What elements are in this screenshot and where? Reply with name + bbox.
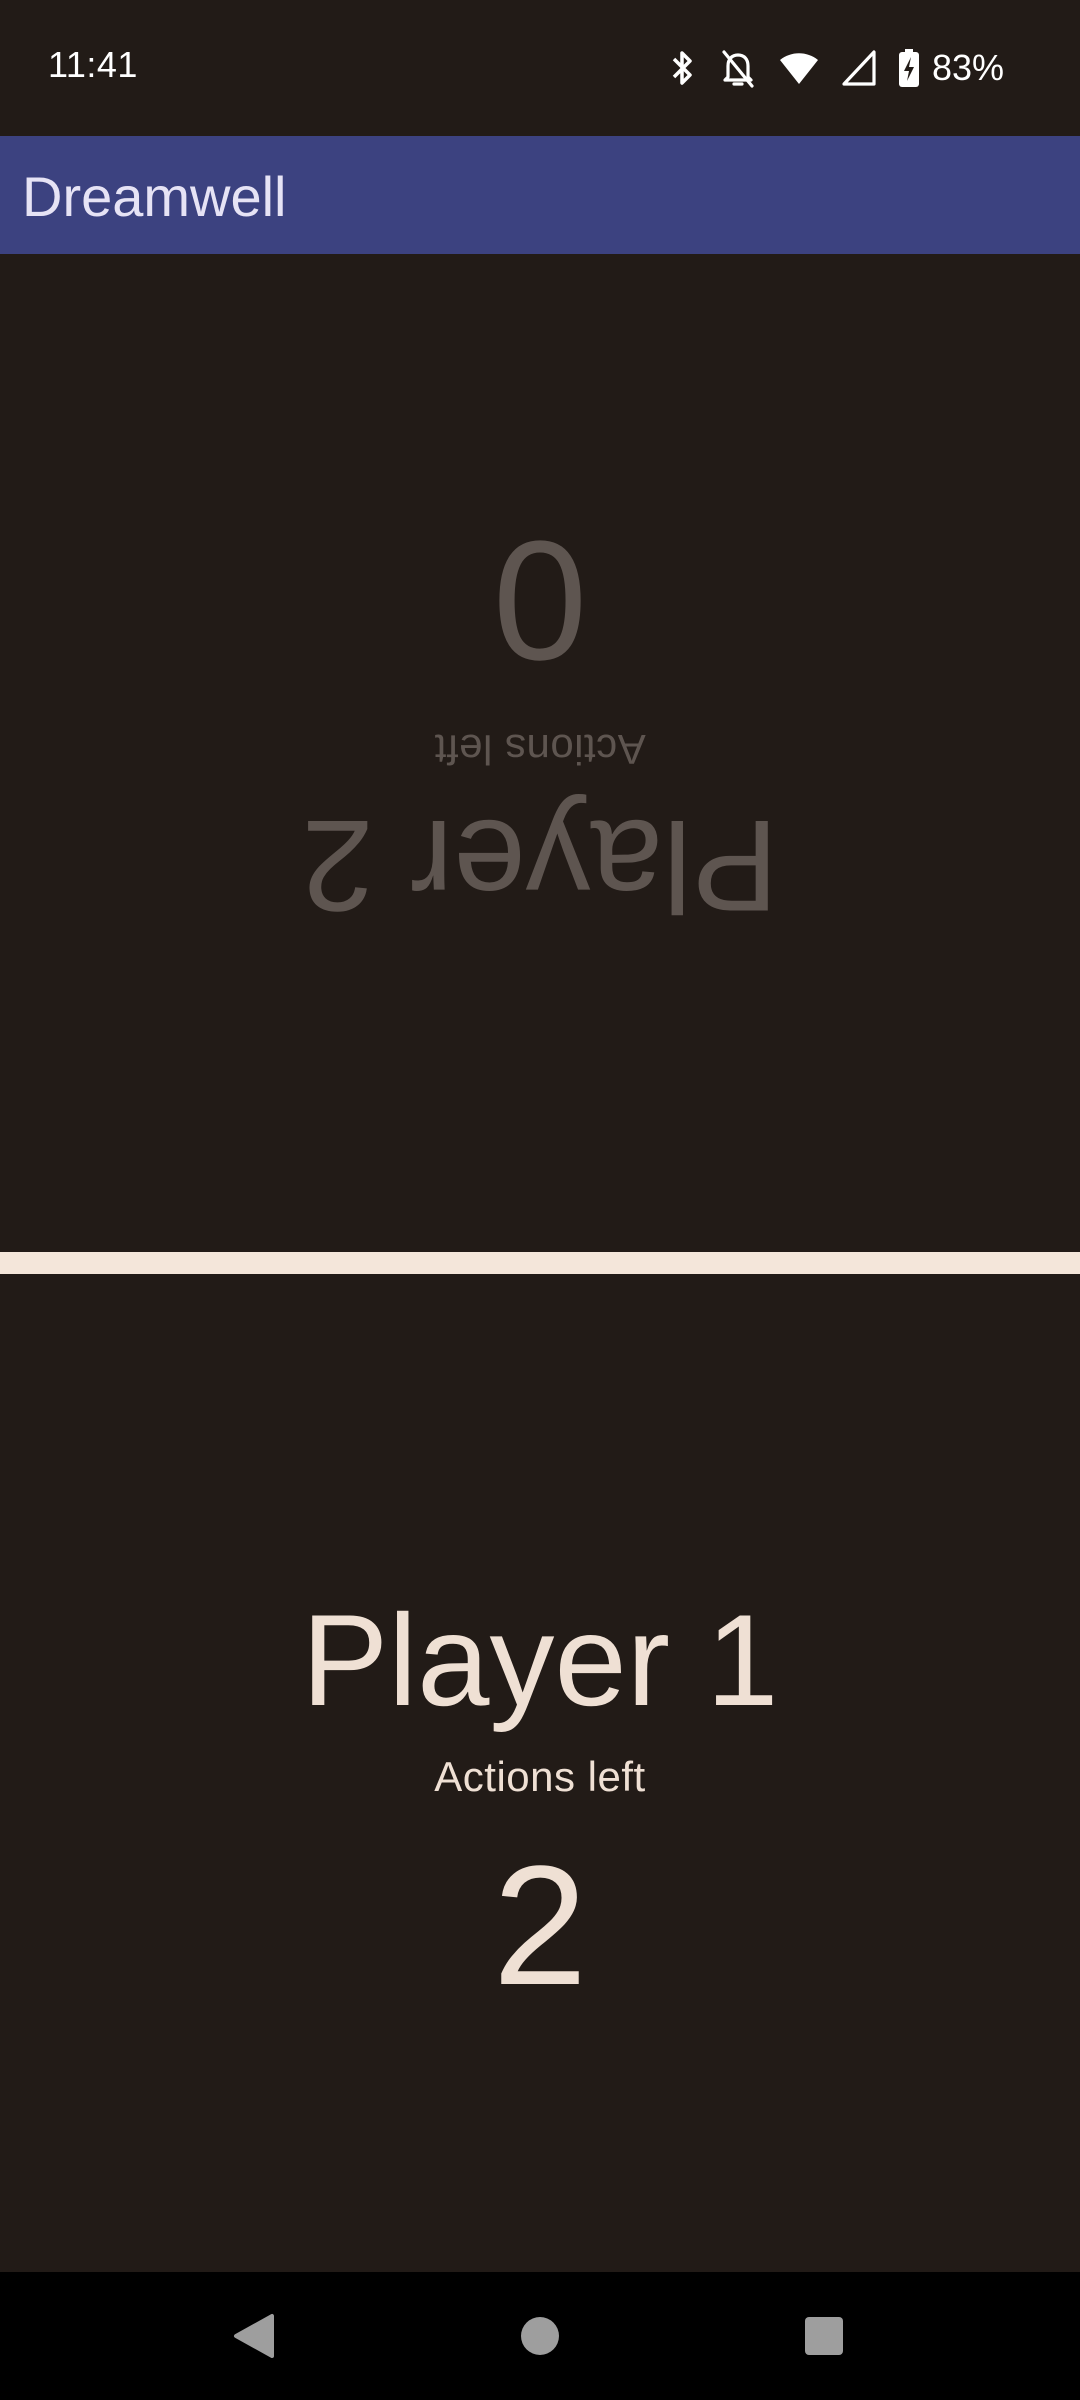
cell-signal-icon	[842, 50, 876, 86]
app-title: Dreamwell	[22, 165, 287, 228]
home-icon	[521, 2317, 559, 2355]
bell-off-icon	[720, 48, 756, 88]
player2-actions-label: Actions left	[434, 726, 646, 773]
status-time: 11:41	[48, 44, 138, 85]
screen: 11:41 83% Dreamwell Player 2 Actions lef…	[0, 0, 1080, 2400]
bluetooth-icon	[668, 48, 698, 88]
player2-actions-count: 0	[492, 505, 588, 695]
status-icons: 83%	[668, 44, 1004, 92]
recents-icon	[805, 2317, 843, 2355]
home-button[interactable]	[510, 2306, 570, 2366]
back-button[interactable]	[224, 2306, 284, 2366]
panel-divider	[0, 1252, 1080, 1274]
player2-name: Player 2	[301, 793, 779, 939]
status-bar: 11:41 83%	[0, 0, 1080, 136]
back-icon	[234, 2314, 274, 2358]
player1-actions-count: 2	[492, 1831, 588, 2021]
app-bar: Dreamwell	[0, 136, 1080, 254]
wifi-icon	[778, 50, 820, 86]
recents-button[interactable]	[794, 2306, 854, 2366]
player2-panel[interactable]: Player 2 Actions left 0	[0, 254, 1080, 1252]
player1-panel[interactable]: Player 1 Actions left 2	[0, 1274, 1080, 2272]
player1-actions-label: Actions left	[434, 1753, 646, 1800]
battery-percent: 83%	[931, 47, 1004, 88]
nav-bar	[0, 2272, 1080, 2400]
player1-name: Player 1	[301, 1587, 779, 1733]
battery-charging-icon	[898, 48, 920, 88]
